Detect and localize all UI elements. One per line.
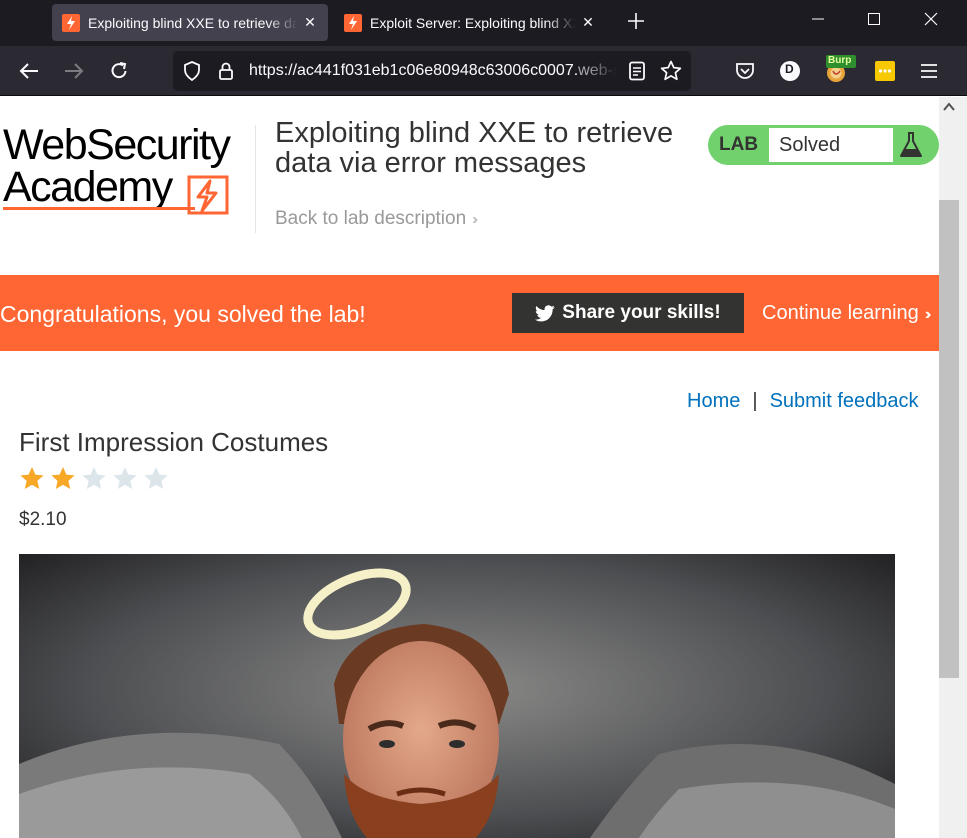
burp-label: Burp <box>828 55 852 66</box>
lab-badge-label: LAB <box>719 134 759 155</box>
home-link[interactable]: Home <box>687 390 740 412</box>
tab-title: Exploit Server: Exploiting blind XXE to … <box>370 14 576 31</box>
double-chevron-right-icon: ›› <box>924 306 931 323</box>
product-image <box>19 554 895 838</box>
back-link-label: Back to lab description <box>275 208 467 229</box>
star-filled-icon <box>51 467 75 489</box>
scroll-up-arrow-icon[interactable] <box>943 102 955 112</box>
product-price: $2.10 <box>19 509 67 530</box>
scrollbar-thumb[interactable] <box>939 200 959 678</box>
lab-solved-banner: Congratulations, you solved the lab! Sha… <box>0 275 939 351</box>
profile-initial: D <box>785 62 794 76</box>
web-security-academy-favicon-icon <box>344 13 362 32</box>
navigation-toolbar: https://ac441f031eb1c06e80948c63006c0007… <box>0 46 967 96</box>
logo-bolt-icon <box>187 175 229 215</box>
twitter-icon <box>535 304 555 321</box>
maximize-icon[interactable] <box>846 0 902 38</box>
lab-status-text: Solved <box>769 128 893 162</box>
continue-learning-label: Continue learning <box>762 302 919 324</box>
password-manager-icon[interactable] <box>872 58 898 84</box>
tab-title: Exploiting blind XXE to retrieve data vi… <box>88 14 298 31</box>
star-empty-icon <box>82 467 106 489</box>
profile-icon[interactable]: D <box>777 58 803 84</box>
bookmark-star-icon[interactable] <box>660 60 682 82</box>
product-title: First Impression Costumes <box>19 427 329 457</box>
lock-icon[interactable] <box>215 60 237 82</box>
page-content: WebSecurity Academy Exploiting blind XXE… <box>0 97 939 838</box>
pocket-icon[interactable] <box>732 58 758 84</box>
minimize-icon[interactable] <box>790 0 846 38</box>
reader-view-icon[interactable] <box>626 60 648 82</box>
tab-exploit-server[interactable]: Exploit Server: Exploiting blind XXE to … <box>334 4 606 41</box>
close-tab-icon[interactable]: ✕ <box>576 11 600 35</box>
top-navigation: Home | Submit feedback <box>687 390 919 413</box>
tab-bar: Exploiting blind XXE to retrieve data vi… <box>0 0 967 46</box>
page-scrollbar[interactable] <box>939 97 967 838</box>
star-empty-icon <box>113 467 137 489</box>
lab-status-badge: LAB Solved <box>708 125 939 165</box>
close-window-icon[interactable] <box>903 0 959 38</box>
product-rating <box>19 466 174 492</box>
star-empty-icon <box>144 467 168 489</box>
web-security-academy-favicon-icon <box>62 13 80 32</box>
reload-icon[interactable] <box>104 56 134 86</box>
tracking-protection-shield-icon[interactable] <box>181 60 203 82</box>
menu-icon[interactable] <box>916 58 942 84</box>
tab-lab[interactable]: Exploiting blind XXE to retrieve data vi… <box>52 4 328 41</box>
logo-underline <box>3 207 195 210</box>
address-bar[interactable]: https://ac441f031eb1c06e80948c63006c0007… <box>173 51 691 91</box>
burp-icon[interactable]: Burp <box>822 54 856 84</box>
double-chevron-right-icon: ›› <box>472 210 478 228</box>
continue-learning-link[interactable]: Continue learning ›› <box>762 302 931 325</box>
nav-separator: | <box>752 390 758 412</box>
back-icon[interactable] <box>14 56 44 86</box>
lab-title: Exploiting blind XXE to retrieve data vi… <box>275 117 674 179</box>
forward-icon[interactable] <box>59 56 89 86</box>
submit-feedback-link[interactable]: Submit feedback <box>770 390 919 412</box>
angel-costume-photo <box>19 554 895 838</box>
share-your-skills-button[interactable]: Share your skills! <box>512 293 744 333</box>
url-text[interactable]: https://ac441f031eb1c06e80948c63006c0007… <box>249 62 617 80</box>
web-security-academy-logo[interactable]: WebSecurity Academy <box>3 121 251 217</box>
congratulations-message: Congratulations, you solved the lab! <box>0 301 366 327</box>
back-to-lab-description-link[interactable]: Back to lab description ›› <box>275 208 478 230</box>
star-filled-icon <box>20 467 44 489</box>
flask-icon <box>900 132 922 157</box>
close-tab-icon[interactable]: ✕ <box>298 11 322 35</box>
new-tab-icon[interactable] <box>622 7 650 35</box>
logo-line-2: Academy <box>3 163 173 211</box>
share-button-label: Share your skills! <box>562 302 721 323</box>
header-divider <box>255 125 256 233</box>
